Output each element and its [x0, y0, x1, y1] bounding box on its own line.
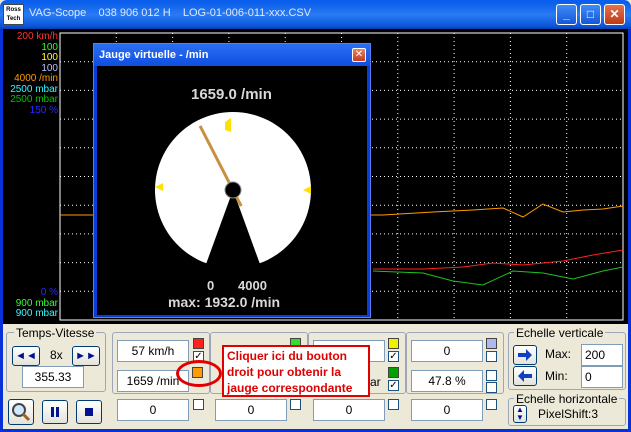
channel11-value-field[interactable]: 0: [313, 399, 385, 421]
time-field[interactable]: 355.33: [22, 366, 84, 388]
echelle-verticale-title: Echelle verticale: [514, 326, 606, 340]
gauge-range-max: 4000: [238, 278, 267, 293]
axis-label-top-1: 100: [41, 41, 58, 53]
speed-factor: 8x: [50, 348, 63, 362]
axis-label-top-6: 2500 mbar: [10, 94, 58, 105]
axis-label-bottom-1: 900 mbar: [15, 297, 58, 309]
axis-label-top-2: 100: [41, 52, 58, 63]
speed-trace: [373, 249, 624, 270]
axis-label-bottom-0: 0 %: [40, 287, 58, 298]
callout-highlight-ellipse: [176, 360, 222, 387]
gauge-dialog[interactable]: Jauge virtuelle - /min ✕ 1659.0 /min 0 4…: [93, 43, 371, 318]
title-bar: Ross Tech VAG-Scope 038 906 012 H LOG-01…: [0, 0, 631, 29]
channel5-checkbox[interactable]: ✓: [388, 351, 399, 362]
channel5-color-swatch[interactable]: [388, 338, 399, 349]
chart-axis-labels: 200 km/h 100 100 100 4000 /min 2500 mbar 2500 …: [3, 29, 58, 324]
channel9-value-field[interactable]: 0: [117, 399, 189, 421]
fast-forward-icon: ►►: [75, 350, 97, 362]
echelle-horizontale-title: Echelle horizontale: [514, 392, 620, 406]
temps-vitesse-title: Temps-Vitesse: [14, 326, 97, 340]
horizontal-scale-updown[interactable]: ▲ ▼: [513, 405, 527, 423]
stop-button[interactable]: [76, 400, 102, 424]
magnifier-icon: [12, 403, 31, 422]
channel8-checkbox[interactable]: [486, 382, 497, 393]
channel12-value-field[interactable]: 0: [411, 399, 483, 421]
window-title: VAG-Scope 038 906 012 H LOG-01-006-011-x…: [29, 7, 312, 19]
gauge-close-icon[interactable]: ✕: [352, 48, 366, 62]
gauge-max-value: max: 1932.0 /min: [168, 294, 281, 310]
zoom-button[interactable]: [8, 399, 34, 425]
axis-label-bottom-2: 900 mbar: [15, 308, 58, 319]
rewind-button[interactable]: ◄◄: [12, 346, 40, 366]
arrow-left-icon: [518, 370, 532, 382]
pause-button[interactable]: [42, 400, 68, 424]
logo-text: Ross Tech: [6, 7, 21, 22]
pixelshift-label: PixelShift:3: [538, 407, 599, 421]
stop-icon: [85, 408, 93, 416]
speed-value-field[interactable]: 57 km/h: [117, 340, 189, 362]
scale-right-button[interactable]: [513, 345, 537, 365]
minimize-button[interactable]: _: [556, 4, 577, 25]
channel7-checkbox[interactable]: [486, 351, 497, 362]
speed-color-swatch[interactable]: [193, 338, 204, 349]
min-label: Min:: [545, 369, 568, 383]
gauge-range-min: 0: [207, 278, 215, 293]
pause-icon: [51, 407, 59, 417]
channel6-color-swatch[interactable]: [388, 367, 399, 378]
axis-label-top-3: 100: [41, 62, 58, 74]
callout-note: Cliquer ici du bouton droit pour obtenir…: [222, 345, 370, 397]
channel11-checkbox[interactable]: [388, 399, 399, 410]
axis-label-top-0: 200 km/h: [16, 31, 58, 42]
gauge-current-value: 1659.0 /min: [191, 86, 272, 103]
gauge-dialog-title: Jauge virtuelle - /min: [94, 44, 370, 66]
fast-forward-button[interactable]: ►►: [72, 346, 100, 366]
channel7-value-field[interactable]: 0: [411, 340, 483, 362]
maximize-button[interactable]: □: [580, 4, 601, 25]
max-label: Max:: [545, 347, 572, 361]
axis-label-top-7: 150 %: [29, 104, 58, 116]
channel7-color-swatch[interactable]: [486, 338, 497, 349]
app-logo-icon: Ross Tech: [3, 4, 24, 25]
max-field[interactable]: 200: [581, 344, 623, 366]
up-down-arrows-icon: ▲ ▼: [516, 405, 524, 422]
channel8-swatch-box[interactable]: [486, 370, 497, 381]
arrow-right-icon: [518, 349, 532, 361]
axis-label-top-5: 2500 mbar: [10, 83, 58, 95]
gauge-body: 1659.0 /min 0 4000 max: 1932.0 /min: [97, 66, 367, 315]
channel10-value-field[interactable]: 0: [215, 399, 287, 421]
scale-left-button[interactable]: [513, 366, 537, 386]
gauge-hub: [224, 181, 242, 199]
channel12-checkbox[interactable]: [486, 399, 497, 410]
axis-label-top-4: 4000 /min: [14, 73, 58, 84]
close-button[interactable]: ✕: [604, 4, 625, 25]
channel6-unit-label: ar: [370, 375, 381, 389]
pressure-trace: [372, 266, 624, 286]
channel10-checkbox[interactable]: [290, 399, 301, 410]
min-field[interactable]: 0: [581, 366, 623, 388]
channel9-checkbox[interactable]: [193, 399, 204, 410]
channel8-value-field[interactable]: 47.8 %: [411, 370, 483, 392]
rewind-icon: ◄◄: [15, 350, 37, 362]
gauge-dial: [155, 111, 311, 264]
channel6-checkbox[interactable]: ✓: [388, 380, 399, 391]
